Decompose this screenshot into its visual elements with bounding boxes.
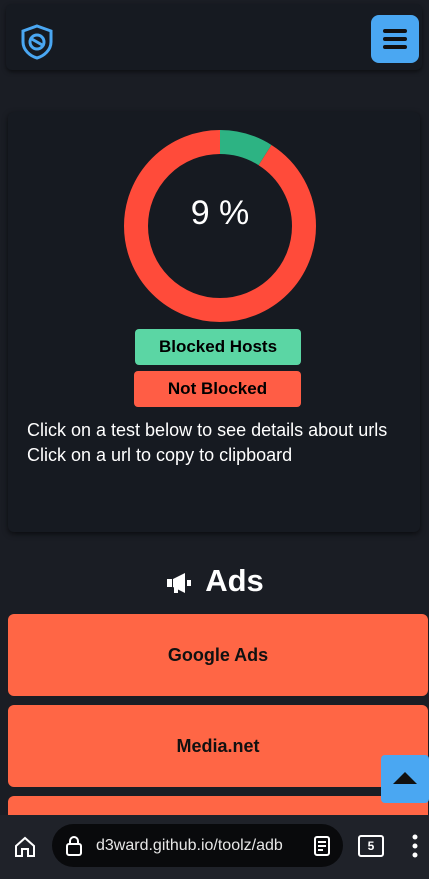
url-bar[interactable]: d3ward.github.io/toolz/adb: [52, 824, 343, 867]
megaphone-icon: [167, 572, 192, 593]
shield-logo-icon[interactable]: [20, 24, 54, 60]
reader-mode-icon[interactable]: [313, 836, 331, 856]
tab-count-button[interactable]: 5: [358, 835, 384, 857]
section-title-text: Ads: [205, 563, 264, 598]
info-line-2: Click on a url to copy to clipboard: [27, 445, 293, 465]
info-text: Click on a test below to see details abo…: [27, 418, 407, 468]
legend-blocked-hosts: Blocked Hosts: [135, 329, 301, 365]
lock-icon: [66, 836, 82, 856]
legend-not-blocked: Not Blocked: [134, 371, 301, 407]
more-vertical-icon[interactable]: [411, 833, 419, 859]
percent-label: 9 %: [190, 194, 250, 232]
section-title-ads: Ads: [0, 563, 429, 599]
menu-button[interactable]: [371, 15, 419, 63]
top-navbar: [6, 4, 422, 70]
scroll-to-top-button[interactable]: [381, 755, 429, 803]
results-card: 9 % Blocked Hosts Not Blocked Click on a…: [8, 112, 420, 532]
url-text: d3ward.github.io/toolz/adb: [96, 837, 283, 854]
info-line-1: Click on a test below to see details abo…: [27, 420, 388, 440]
browser-toolbar: d3ward.github.io/toolz/adb 5: [0, 815, 429, 879]
home-icon[interactable]: [13, 835, 37, 859]
test-button-google-ads[interactable]: Google Ads: [8, 614, 428, 696]
test-button-media-net[interactable]: Media.net: [8, 705, 428, 787]
hamburger-menu-icon: [383, 29, 407, 33]
